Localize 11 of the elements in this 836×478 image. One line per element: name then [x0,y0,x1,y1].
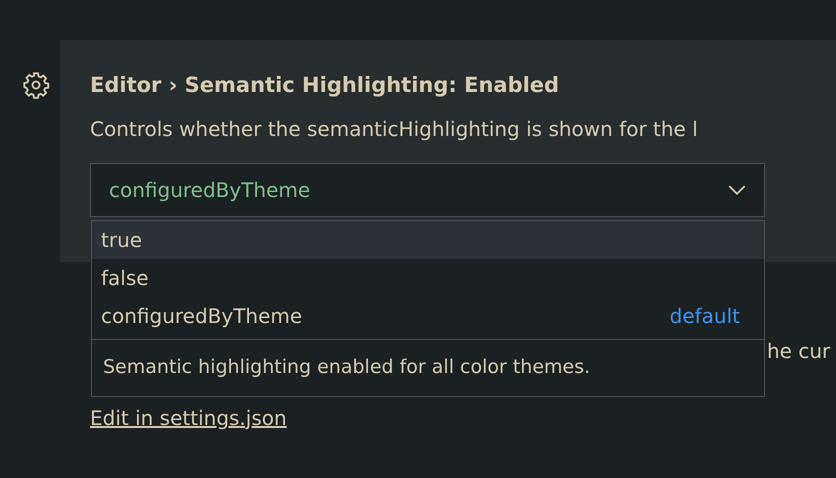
setting-description: Controls whether the semanticHighlighting is shown for the l [90,116,699,143]
settings-icon[interactable] [22,71,50,99]
settings-json-link[interactable]: Edit in settings.json [90,405,287,431]
chevron-down-icon [728,184,746,196]
setting-description: he cur [767,338,832,364]
dropdown-option[interactable]: configuredByTheme default [92,297,764,335]
dropdown-option[interactable]: true [92,221,764,259]
value-dropdown[interactable]: configuredByTheme [90,163,765,217]
option-description: Semantic highlighting enabled for all color themes. [92,339,764,396]
dropdown-option[interactable]: false [92,259,764,297]
setting-title: Editor › Semantic Highlighting: Enabled [90,72,560,99]
